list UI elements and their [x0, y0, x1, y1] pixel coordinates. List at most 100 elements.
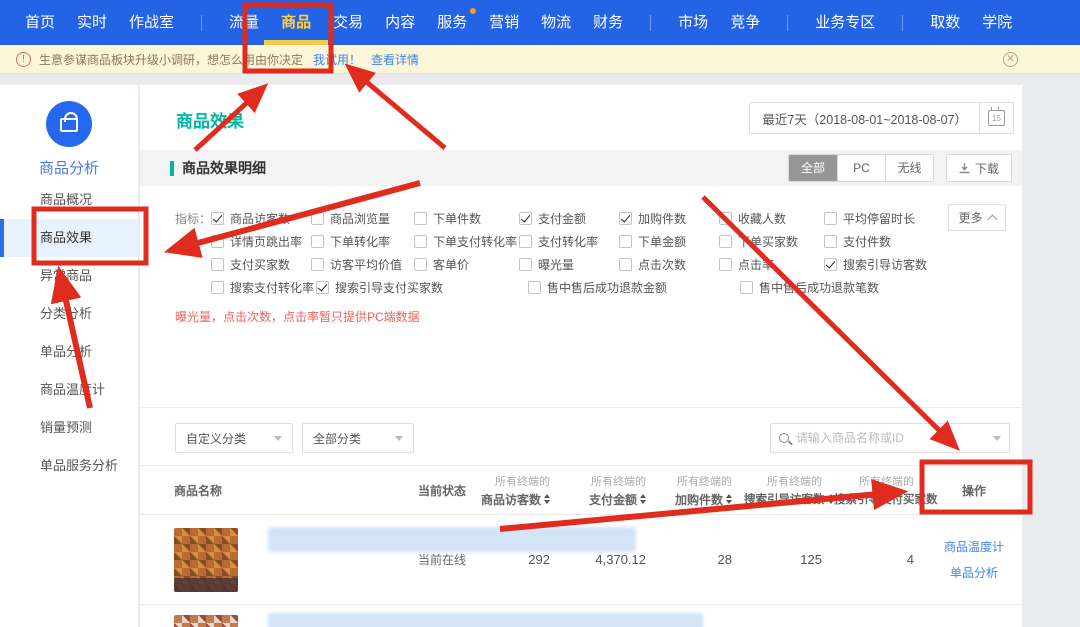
product-thermometer-link[interactable]: 商品温度计: [926, 534, 1022, 560]
notice-try-link[interactable]: 我试用！: [313, 51, 361, 68]
metric-checkbox[interactable]: [824, 212, 837, 225]
table-row[interactable]: 当前在线 292 4,370.12 28 125 4 商品温度计 单品分析: [140, 515, 1022, 605]
nav-item-content[interactable]: 内容: [374, 0, 426, 45]
download-button[interactable]: 下载: [946, 154, 1012, 182]
metric-label: 搜索支付转化率: [230, 279, 314, 296]
metric-checkbox[interactable]: [619, 212, 632, 225]
more-metrics-button[interactable]: 更多: [948, 204, 1006, 231]
calendar-button[interactable]: 15: [979, 102, 1013, 134]
nav-item-warroom[interactable]: 作战室: [118, 0, 185, 45]
metric-checkbox[interactable]: [719, 258, 732, 271]
nav-item-logistics[interactable]: 物流: [530, 0, 582, 45]
nav-item-home[interactable]: 首页: [14, 0, 66, 45]
nav-item-trade[interactable]: 交易: [322, 0, 374, 45]
metrics-row: 指标： 商品访客数 商品浏览量 下单件数 支付金额 加购件数 收藏人数 平均停留…: [175, 207, 1022, 230]
nav-item-finance[interactable]: 财务: [582, 0, 634, 45]
notice-detail-link[interactable]: 查看详情: [371, 51, 419, 68]
col-search-visitors[interactable]: 所有终端的 搜索引导访客数: [744, 473, 834, 507]
filter-bar: 自定义分类 全部分类: [140, 407, 1022, 465]
nav-item-service[interactable]: 服务: [426, 0, 478, 45]
sort-icon[interactable]: [726, 494, 732, 504]
sidebar-item-product-overview[interactable]: 商品概况: [0, 181, 138, 219]
nav-item-business-zone[interactable]: 业务专区: [804, 0, 886, 45]
col-label: 商品访客数: [481, 491, 541, 508]
sidebar-item-abnormal-products[interactable]: 异常商品: [0, 257, 138, 295]
product-thermometer-link[interactable]: 商品温度计: [926, 621, 1022, 627]
nav-item-market[interactable]: 市场: [667, 0, 719, 45]
single-product-analysis-link[interactable]: 单品分析: [926, 560, 1022, 586]
col-actions: 操作: [926, 482, 1022, 499]
col-visitors[interactable]: 所有终端的 商品访客数: [480, 473, 562, 508]
metric-checkbox[interactable]: [316, 281, 329, 294]
metric-label: 商品访客数: [230, 210, 290, 227]
metric-checkbox[interactable]: [824, 235, 837, 248]
custom-category-dropdown[interactable]: 自定义分类: [175, 423, 293, 453]
metric-label: 详情页跳出率: [230, 233, 302, 250]
metric-checkbox[interactable]: [211, 258, 224, 271]
nav-item-traffic[interactable]: 流量: [218, 0, 270, 45]
sidebar-item-product-effect[interactable]: 商品效果: [0, 219, 138, 257]
metric-checkbox[interactable]: [519, 235, 532, 248]
col-cart-items[interactable]: 所有终端的 加购件数: [658, 473, 744, 508]
nav-item-competition[interactable]: 竞争: [719, 0, 771, 45]
sidebar-item-single-product-service[interactable]: 单品服务分析: [0, 447, 138, 485]
table-header: 商品名称 当前状态 所有终端的 商品访客数 所有终端的 支付金额 所有终端的 加…: [140, 465, 1022, 515]
search-input[interactable]: [796, 431, 993, 445]
sort-icon[interactable]: [640, 494, 646, 504]
metric-checkbox[interactable]: [311, 212, 324, 225]
metric-checkbox[interactable]: [719, 235, 732, 248]
metric-checkbox[interactable]: [824, 258, 837, 271]
warning-icon: [16, 52, 31, 67]
tab-all-terminals[interactable]: 全部: [789, 155, 837, 181]
tab-wireless[interactable]: 无线: [885, 155, 933, 181]
metric-label: 商品浏览量: [330, 210, 390, 227]
metric-checkbox[interactable]: [414, 212, 427, 225]
sidebar-menu: 商品概况 商品效果 异常商品 分类分析 单品分析 商品温度计 销量预测 单品服务…: [0, 181, 138, 485]
sidebar-item-sales-forecast[interactable]: 销量预测: [0, 409, 138, 447]
date-range-picker[interactable]: 最近7天（2018-08-01~2018-08-07） 15: [749, 102, 1014, 134]
metric-checkbox[interactable]: [528, 281, 541, 294]
nav-item-academy[interactable]: 学院: [971, 0, 1023, 45]
col-label: 搜索引导支付买家数: [834, 491, 938, 507]
metric-label: 平均停留时长: [843, 210, 915, 227]
metric-checkbox[interactable]: [211, 212, 224, 225]
metric-checkbox[interactable]: [311, 258, 324, 271]
sort-icon[interactable]: [544, 494, 550, 504]
notice-text: 生意参谋商品板块升级小调研，想怎么用由你决定: [39, 51, 303, 68]
metric-checkbox[interactable]: [414, 258, 427, 271]
search-icon: [779, 433, 789, 443]
sidebar-item-product-thermometer[interactable]: 商品温度计: [0, 371, 138, 409]
actions-cell: 商品温度计 单品分析: [926, 621, 1022, 627]
metric-checkbox[interactable]: [311, 235, 324, 248]
nav-item-product[interactable]: 商品: [270, 0, 322, 45]
metric-label: 访客平均价值: [330, 256, 402, 273]
metric-checkbox[interactable]: [519, 212, 532, 225]
metric-label: 点击次数: [638, 256, 686, 273]
nav-item-marketing[interactable]: 营销: [478, 0, 530, 45]
metric-checkbox[interactable]: [619, 258, 632, 271]
nav-divider: [650, 15, 651, 31]
metric-label: 支付件数: [843, 233, 891, 250]
close-icon[interactable]: [1003, 52, 1018, 67]
col-pay-amount[interactable]: 所有终端的 支付金额: [562, 473, 658, 508]
sidebar-item-single-product-analysis[interactable]: 单品分析: [0, 333, 138, 371]
metric-checkbox[interactable]: [719, 212, 732, 225]
nav-item-realtime[interactable]: 实时: [66, 0, 118, 45]
tab-pc[interactable]: PC: [837, 155, 885, 181]
metric-label: 支付金额: [538, 210, 586, 227]
metrics-label: 指标：: [175, 210, 211, 227]
metric-checkbox[interactable]: [211, 235, 224, 248]
metric-checkbox[interactable]: [414, 235, 427, 248]
all-category-dropdown[interactable]: 全部分类: [302, 423, 414, 453]
metric-checkbox[interactable]: [740, 281, 753, 294]
sidebar-item-category-analysis[interactable]: 分类分析: [0, 295, 138, 333]
product-analysis-icon: [46, 101, 92, 147]
table-row[interactable]: 169 5,323.63 18 51 8 商品温度计 单品分析: [140, 605, 1022, 627]
business-advisor-app: 首页 实时 作战室 流量 商品 交易 内容 服务 营销 物流 财务 市场 竞争 …: [0, 0, 1080, 627]
nav-item-data-fetch[interactable]: 取数: [919, 0, 971, 45]
sidebar: 商品分析 商品概况 商品效果 异常商品 分类分析 单品分析 商品温度计 销量预测…: [0, 85, 138, 627]
sort-icon[interactable]: [828, 494, 834, 504]
metric-checkbox[interactable]: [519, 258, 532, 271]
metric-checkbox[interactable]: [211, 281, 224, 294]
metric-checkbox[interactable]: [619, 235, 632, 248]
